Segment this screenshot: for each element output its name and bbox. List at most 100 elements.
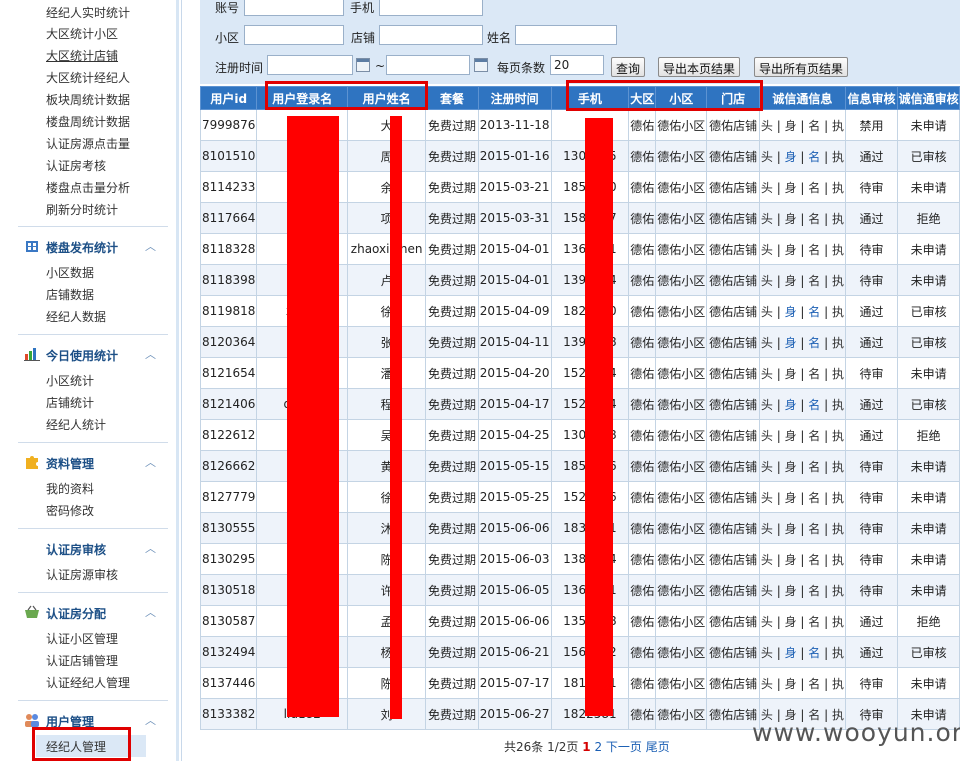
ops-link[interactable]: 名 [808,522,820,536]
ops-link[interactable]: 身 [785,522,797,536]
ops-link[interactable]: 头 [761,491,773,505]
ops-link[interactable]: 执 [832,522,844,536]
ops-link[interactable]: 名 [808,274,820,288]
sidebar-item-cert-clicks[interactable]: 认证房源点击量 [46,135,130,152]
sidebar-item-store-stats[interactable]: 店铺统计 [46,394,94,411]
store-input[interactable] [379,25,483,45]
sidebar-item-cert-assess[interactable]: 认证房考核 [46,157,106,174]
ops-link[interactable]: 名 [808,305,820,319]
ops-link[interactable]: 执 [832,460,844,474]
name-input[interactable] [515,25,617,45]
ops-link[interactable]: 执 [832,274,844,288]
sidebar-item-agent-data[interactable]: 经纪人数据 [46,308,106,325]
sidebar-item-store-data[interactable]: 店铺数据 [46,286,94,303]
ops-link[interactable]: 执 [832,553,844,567]
ops-link[interactable]: 头 [761,150,773,164]
ops-link[interactable]: 身 [785,150,797,164]
calendar-icon[interactable] [474,58,488,72]
chevron-up-icon[interactable]: ︿ [145,238,156,254]
ops-link[interactable]: 头 [761,677,773,691]
ops-link[interactable]: 执 [832,305,844,319]
phone-input[interactable] [379,0,483,16]
ops-link[interactable]: 头 [761,367,773,381]
ops-link[interactable]: 身 [785,398,797,412]
column-header[interactable]: 诚信通信息 [758,86,846,110]
ops-link[interactable]: 名 [808,491,820,505]
ops-link[interactable]: 名 [808,584,820,598]
ops-link[interactable]: 身 [785,615,797,629]
ops-link[interactable]: 执 [832,367,844,381]
ops-link[interactable]: 身 [785,491,797,505]
sidebar-item-change-password[interactable]: 密码修改 [46,502,94,519]
sidebar-item-region-district[interactable]: 大区统计小区 [46,25,118,42]
ops-link[interactable]: 名 [808,460,820,474]
section-today-usage[interactable]: 今日使用统计 ︿ [18,344,168,366]
ops-link[interactable]: 身 [785,336,797,350]
ops-link[interactable]: 名 [808,119,820,133]
column-header[interactable]: 用户id [199,86,258,110]
ops-link[interactable]: 名 [808,553,820,567]
ops-link[interactable]: 执 [832,398,844,412]
ops-link[interactable]: 名 [808,615,820,629]
ops-link[interactable]: 身 [785,429,797,443]
ops-link[interactable]: 执 [832,150,844,164]
sidebar-item-building-click-analysis[interactable]: 楼盘点击量分析 [46,179,130,196]
ops-link[interactable]: 执 [832,181,844,195]
section-profile[interactable]: 资料管理 ︿ [18,452,168,474]
regtime-end-input[interactable] [386,55,470,75]
ops-link[interactable]: 头 [761,119,773,133]
ops-link[interactable]: 头 [761,615,773,629]
ops-link[interactable]: 身 [785,243,797,257]
ops-link[interactable]: 身 [785,212,797,226]
ops-link[interactable]: 名 [808,367,820,381]
last-page-link[interactable]: 尾页 [646,740,670,754]
column-header[interactable]: 注册时间 [477,86,552,110]
ops-link[interactable]: 身 [785,646,797,660]
ops-link[interactable]: 名 [808,243,820,257]
export-all-button[interactable]: 导出所有页结果 [754,57,849,77]
column-header[interactable]: 诚信通审核 [897,86,960,110]
export-page-button[interactable]: 导出本页结果 [658,57,741,77]
ops-link[interactable]: 执 [832,243,844,257]
ops-link[interactable]: 头 [761,398,773,412]
sidebar-item-region-store[interactable]: 大区统计店铺 [46,47,118,64]
sidebar-item-block-weekly[interactable]: 板块周统计数据 [46,91,130,108]
ops-link[interactable]: 头 [761,274,773,288]
column-header[interactable]: 套餐 [425,86,479,110]
ops-link[interactable]: 身 [785,274,797,288]
sidebar-item-cert-district-mgmt[interactable]: 认证小区管理 [46,630,118,647]
section-cert-assign[interactable]: 认证房分配 ︿ [18,602,168,624]
ops-link[interactable]: 头 [761,305,773,319]
ops-link[interactable]: 身 [785,367,797,381]
ops-link[interactable]: 头 [761,553,773,567]
sidebar-item-agent-stats[interactable]: 经纪人统计 [46,416,106,433]
ops-link[interactable]: 身 [785,584,797,598]
sidebar-item-cert-agent-mgmt[interactable]: 认证经纪人管理 [46,674,130,691]
chevron-up-icon[interactable]: ︿ [145,346,156,362]
ops-link[interactable]: 头 [761,429,773,443]
pagesize-input[interactable] [550,55,604,75]
chevron-up-icon[interactable]: ︿ [145,540,156,556]
ops-link[interactable]: 执 [832,212,844,226]
ops-link[interactable]: 身 [785,181,797,195]
ops-link[interactable]: 名 [808,150,820,164]
district-input[interactable] [244,25,344,45]
section-cert-review[interactable]: 认证房审核 ︿ [18,538,168,560]
column-header[interactable]: 信息审核 [844,86,899,110]
ops-link[interactable]: 执 [832,677,844,691]
ops-link[interactable]: 名 [808,677,820,691]
page-link-2[interactable]: 2 [594,740,602,754]
ops-link[interactable]: 名 [808,429,820,443]
ops-link[interactable]: 身 [785,553,797,567]
ops-link[interactable]: 头 [761,584,773,598]
chevron-up-icon[interactable]: ︿ [145,454,156,470]
sidebar-item-cert-listing-review[interactable]: 认证房源审核 [46,566,118,583]
ops-link[interactable]: 头 [761,181,773,195]
next-page-link[interactable]: 下一页 [606,740,642,754]
ops-link[interactable]: 头 [761,336,773,350]
sidebar-item-district-stats[interactable]: 小区统计 [46,372,94,389]
sidebar-item-cert-store-mgmt[interactable]: 认证店铺管理 [46,652,118,669]
ops-link[interactable]: 执 [832,584,844,598]
section-building-publish[interactable]: 楼盘发布统计 ︿ [18,236,168,258]
ops-link[interactable]: 身 [785,460,797,474]
